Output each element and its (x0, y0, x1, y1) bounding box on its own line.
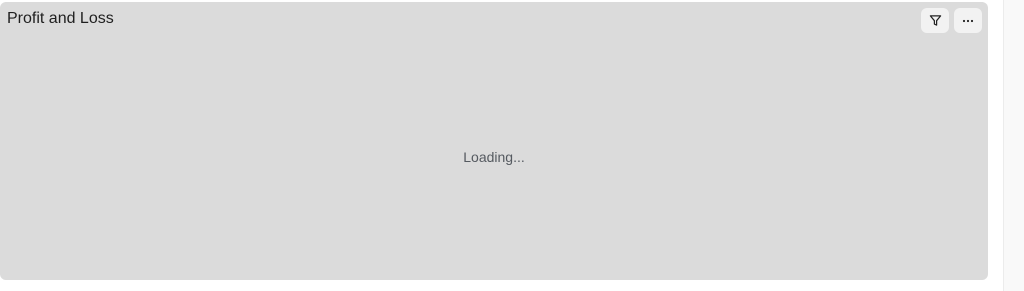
card-actions (921, 8, 982, 33)
filter-icon (929, 14, 942, 27)
profit-and-loss-card: Profit and Loss Loading... (0, 2, 988, 280)
more-options-button[interactable] (954, 8, 982, 33)
loading-indicator: Loading... (463, 149, 525, 165)
more-horizontal-icon (962, 19, 974, 23)
filter-button[interactable] (921, 8, 949, 33)
side-panel-edge (1003, 0, 1024, 291)
card-title: Profit and Loss (7, 10, 114, 27)
